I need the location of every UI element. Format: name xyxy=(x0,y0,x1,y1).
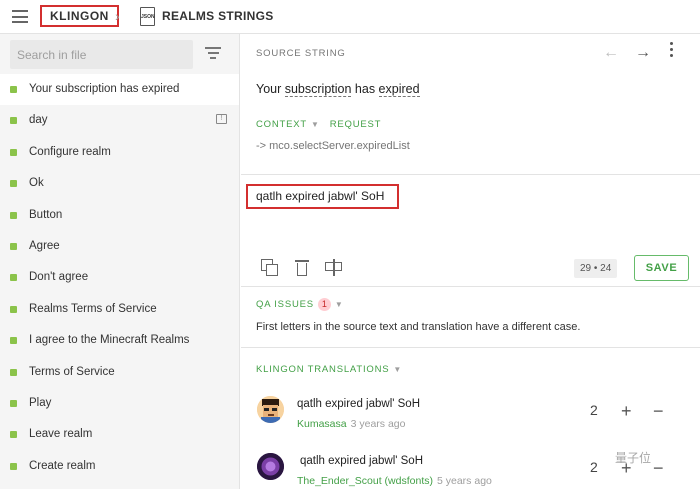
author-name: Kumasasa xyxy=(297,418,347,430)
list-item-label: Configure realm xyxy=(29,145,111,158)
qa-issues-count-badge: 1 xyxy=(317,298,331,311)
list-item-label: Don't agree xyxy=(29,271,89,284)
status-dot-icon xyxy=(10,180,17,188)
list-item-label: I agree to the Minecraft Realms xyxy=(29,334,190,347)
list-item-label: day xyxy=(29,114,48,127)
comment-icon: ! xyxy=(216,114,227,125)
list-item-label: Button xyxy=(29,208,63,221)
list-item-label: Realms Terms of Service xyxy=(29,302,157,315)
qa-issues-header[interactable]: QA ISSUES 1 ▼ xyxy=(256,298,344,311)
language-badge[interactable]: KLINGON xyxy=(40,5,119,27)
status-dot-icon xyxy=(10,337,17,345)
list-item-label: Agree xyxy=(29,239,60,252)
json-file-icon: JSON xyxy=(140,7,155,26)
context-tab[interactable]: CONTEXT xyxy=(256,119,307,130)
status-dot-icon xyxy=(10,399,17,407)
list-item[interactable]: Don't agree xyxy=(0,262,239,293)
glossary-term[interactable]: subscription xyxy=(284,82,352,97)
translations-section: KLINGON TRANSLATIONS ▼ qatlh expired jabw… xyxy=(241,347,700,489)
list-item[interactable]: day! xyxy=(0,105,239,136)
more-options-icon[interactable] xyxy=(667,42,675,60)
list-item[interactable]: Configure realm xyxy=(0,137,239,168)
list-item[interactable]: Your subscription has expired xyxy=(0,74,239,106)
status-dot-icon xyxy=(10,117,17,125)
watermark: 量子位 xyxy=(615,451,652,465)
list-item-label: Leave realm xyxy=(29,428,93,441)
translation-editor: qatlh expired jabwl' SoH 29 • 24 SAVE xyxy=(241,174,700,287)
breadcrumb-separator-icon: › xyxy=(115,8,120,24)
sidebar: Your subscription has expired day! Confi… xyxy=(0,34,240,489)
status-dot-icon xyxy=(10,242,17,250)
list-item[interactable]: Terms of Service xyxy=(0,357,239,388)
list-item[interactable]: Agree xyxy=(0,231,239,262)
avatar xyxy=(257,453,284,480)
delete-icon[interactable] xyxy=(294,259,312,277)
translation-time: 3 years ago xyxy=(350,418,406,430)
status-dot-icon xyxy=(10,431,17,439)
qa-issues-label: QA ISSUES xyxy=(256,299,314,310)
save-button[interactable]: SAVE xyxy=(634,255,689,281)
previous-arrow-icon[interactable]: ← xyxy=(603,44,619,62)
translations-header-label: KLINGON TRANSLATIONS xyxy=(256,364,390,375)
source-text-part: has xyxy=(351,82,379,96)
character-counter: 29 • 24 xyxy=(574,259,618,278)
list-item-label: Your subscription has expired xyxy=(29,83,180,95)
status-dot-icon xyxy=(10,211,17,219)
split-icon[interactable] xyxy=(325,259,343,277)
status-dot-icon xyxy=(10,462,17,470)
status-dot-icon xyxy=(10,148,17,156)
context-value: -> mco.selectServer.expiredList xyxy=(256,140,410,152)
list-item[interactable]: Create realm xyxy=(0,451,239,482)
vote-count: 2 xyxy=(590,402,598,418)
file-name[interactable]: REALMS STRINGS xyxy=(162,9,274,23)
translation-author[interactable]: The_Ender_Scout (wdsfonts) 5 years ago xyxy=(297,475,492,487)
list-item-label: Terms of Service xyxy=(29,365,115,378)
list-item[interactable]: Leave realm xyxy=(0,419,239,450)
context-tabs: CONTEXT ▼ REQUEST xyxy=(256,119,381,130)
list-item-label: Ok xyxy=(29,177,44,190)
main-panel: SOURCE STRING ← → Your subscription has … xyxy=(241,34,700,489)
list-item[interactable]: Realms Terms of Service xyxy=(0,294,239,325)
vote-up-icon[interactable]: + xyxy=(621,402,632,420)
qa-issue-message: First letters in the source text and tra… xyxy=(256,321,581,333)
filter-icon[interactable] xyxy=(205,47,221,59)
list-item[interactable]: I agree to the Minecraft Realms xyxy=(0,325,239,356)
copy-source-icon[interactable] xyxy=(261,259,279,277)
source-string: Your subscription has expired xyxy=(256,82,420,97)
translation-input[interactable]: qatlh expired jabwl' SoH xyxy=(246,184,399,209)
status-dot-icon xyxy=(10,274,17,282)
vote-count: 2 xyxy=(590,459,598,475)
translation-suggestion-text: qatlh expired jabwl' SoH xyxy=(300,455,424,467)
menu-icon[interactable] xyxy=(12,10,28,23)
translation-suggestion-text: qatlh expired jabwl' SoH xyxy=(297,398,421,410)
caret-down-icon: ▼ xyxy=(393,365,403,374)
string-list: Your subscription has expired day! Confi… xyxy=(0,74,239,482)
author-name: The_Ender_Scout (wdsfonts) xyxy=(297,475,433,487)
request-tab[interactable]: REQUEST xyxy=(330,119,382,130)
next-arrow-icon[interactable]: → xyxy=(635,44,651,62)
status-dot-icon xyxy=(10,305,17,313)
list-item-label: Play xyxy=(29,396,52,409)
search-input[interactable] xyxy=(10,40,193,69)
avatar xyxy=(257,396,284,423)
vote-down-icon[interactable]: − xyxy=(653,459,664,477)
glossary-term[interactable]: expired xyxy=(378,82,420,97)
source-string-header: SOURCE STRING xyxy=(256,48,346,59)
list-item-label: Create realm xyxy=(29,459,96,472)
status-dot-icon xyxy=(10,368,17,376)
top-bar: KLINGON › JSON REALMS STRINGS xyxy=(0,0,700,34)
list-item[interactable]: Play xyxy=(0,388,239,419)
list-item[interactable]: Button xyxy=(0,200,239,231)
vote-down-icon[interactable]: − xyxy=(653,402,664,420)
translation-time: 5 years ago xyxy=(437,475,492,487)
caret-down-icon: ▼ xyxy=(334,300,344,309)
translations-header[interactable]: KLINGON TRANSLATIONS ▼ xyxy=(256,364,402,375)
caret-down-icon: ▼ xyxy=(311,120,320,129)
translation-author[interactable]: Kumasasa 3 years ago xyxy=(297,418,405,430)
source-text-part: Your xyxy=(256,82,285,96)
list-item[interactable]: Ok xyxy=(0,168,239,199)
status-dot-icon xyxy=(10,86,17,93)
